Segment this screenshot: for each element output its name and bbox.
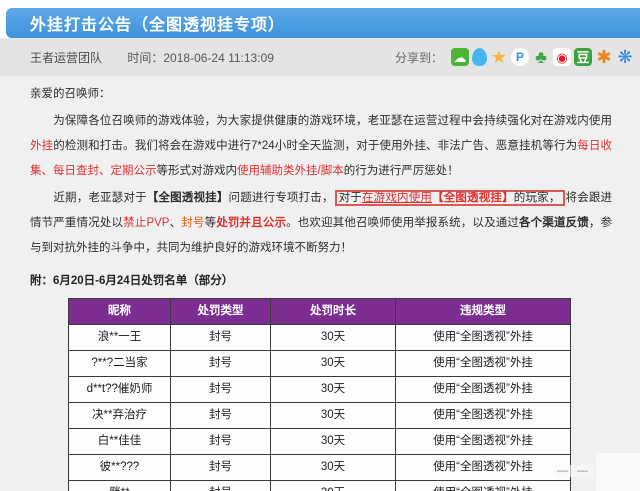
table-cell: 使用“全图透视”外挂 [395, 454, 571, 481]
col-nickname: 昵称 [68, 298, 171, 325]
watermark-dashes: — — [553, 465, 594, 477]
text-segment: 使用辅助类外挂/脚本 [237, 165, 344, 177]
table-cell: 使用“全图透视”外挂 [395, 480, 571, 491]
table-cell: 白**佳佳 [68, 428, 171, 455]
table-cell: 30天 [270, 376, 396, 403]
text-segment: 为保障各位召唤师的游戏体验，为大家提供健康的游戏环境，老亚瑟在运营过程中会持续强… [30, 115, 612, 127]
text-segment: 对于 [338, 192, 362, 204]
punishment-table: 昵称 处罚类型 处罚时长 违规类型 浪**一王 封号 30天 使用“全图透视”外挂 ?*… [68, 298, 571, 491]
paragraph-punishment: 近期，老亚瑟对于【全图透视挂】问题进行专项打击， 对于在游戏内使用【全图透视挂】的… [30, 186, 612, 261]
qq-icon[interactable] [472, 48, 487, 66]
text-segment: 等 [204, 217, 217, 229]
meta-band: 王者运营团队 时间：2018-06-24 11:13:09 分享到： ☁ ★ P ♣ ◉… [0, 38, 640, 76]
table-cell: 封号 [170, 480, 271, 491]
douban-icon[interactable]: 豆 [574, 48, 592, 66]
text-segment: 处罚并且公示 [216, 217, 287, 229]
swirl-icon[interactable]: ❋ [616, 48, 634, 66]
text-segment: 【全图透视挂】 [146, 192, 229, 204]
table-cell: ?**?二当家 [68, 350, 171, 377]
text-segment: 在游戏内使用 [361, 192, 433, 204]
team-name: 王者运营团队 [30, 50, 103, 65]
table-row: d**t??催奶师 封号 30天 使用“全图透视”外挂 [68, 376, 571, 403]
text-segment: 【全图透视挂】 [432, 192, 514, 204]
text-segment: 的玩家， [513, 192, 561, 204]
share-icons: ☁ ★ P ♣ ◉ 豆 ✱ ❋ [451, 48, 634, 66]
table-cell: 封号 [170, 376, 271, 403]
table-cell: 彼**??? [68, 454, 171, 481]
meta-info: 王者运营团队 时间：2018-06-24 11:13:09 [30, 49, 274, 66]
punishment-table-body: 浪**一王 封号 30天 使用“全图透视”外挂 ?**?二当家 封号 30天 使用“全图透视”… [68, 324, 571, 491]
table-cell: 浪**一王 [68, 324, 171, 351]
article-content: 亲爱的召唤师： 为保障各位召唤师的游戏体验，为大家提供健康的游戏环境，老亚瑟在运… [0, 76, 640, 491]
clover-icon[interactable]: ♣ [532, 48, 550, 66]
text-segment: 、 [169, 217, 182, 229]
table-cell: 使用“全图透视”外挂 [395, 402, 571, 429]
table-cell: 封号 [170, 454, 271, 481]
table-cell: 30天 [270, 324, 396, 351]
table-row: 胖**封号30天使用“全图透视”外挂 [68, 480, 571, 491]
flower-icon[interactable]: ✱ [595, 48, 613, 66]
text-segment: 问题进行专项打击， [228, 192, 334, 204]
weibo-icon[interactable]: ◉ [553, 48, 571, 66]
pengyou-icon[interactable]: P [511, 48, 529, 66]
highlight-box: 对于在游戏内使用【全图透视挂】的玩家， [334, 190, 565, 206]
table-cell: 封号 [170, 428, 271, 455]
table-row: ?**?二当家 封号 30天 使用“全图透视”外挂 [68, 350, 571, 377]
table-cell: 30天 [270, 454, 396, 481]
table-header-row: 昵称 处罚类型 处罚时长 违规类型 [68, 298, 571, 325]
attachment-title: 附：6月20日-6月24日处罚名单（部分） [30, 275, 234, 287]
text-segment: 禁止PVP [123, 217, 170, 229]
paragraph-detection: 为保障各位召唤师的游戏体验，为大家提供健康的游戏环境，老亚瑟在运营过程中会持续强… [30, 109, 612, 184]
text-segment: 的检测和打击。我们将会在游戏中进行7*24小时全天监测，对于使用外挂、非法广告、… [53, 140, 578, 152]
table-cell: 封号 [170, 350, 271, 377]
table-cell: 使用“全图透视”外挂 [395, 376, 571, 403]
text-segment: 等形式对游戏内 [156, 165, 238, 177]
table-row: 彼**??? 封号 30天 使用“全图透视”外挂 [68, 454, 571, 481]
table-cell: 封号 [170, 324, 271, 351]
table-cell: 30天 [270, 402, 396, 429]
share-label: 分享到： [394, 50, 443, 65]
table-row: 白**佳佳 封号 30天 使用“全图透视”外挂 [68, 428, 571, 455]
text-segment: 的行为进行严厉惩处！ [343, 165, 459, 177]
table-cell: 30天 [270, 480, 396, 491]
col-violation: 违规类型 [395, 298, 571, 325]
share-bar: 分享到： ☁ ★ P ♣ ◉ 豆 ✱ ❋ [395, 48, 634, 66]
wechat-icon[interactable]: ☁ [451, 48, 469, 66]
text-segment: 近期，老亚瑟对于 [30, 192, 147, 204]
announcement-banner: 外挂打击公告（全图透视挂专项） [6, 8, 640, 38]
table-cell: 胖** [68, 480, 171, 491]
table-row: 决**弃治疗 封号 30天 使用“全图透视”外挂 [68, 402, 571, 429]
page-title: 外挂打击公告（全图透视挂专项） [30, 17, 286, 34]
text-segment: 封号 [181, 217, 205, 229]
col-duration: 处罚时长 [270, 298, 396, 325]
salutation: 亲爱的召唤师： [30, 88, 111, 100]
table-row: 浪**一王 封号 30天 使用“全图透视”外挂 [68, 324, 571, 351]
text-segment: 各个渠道反馈 [519, 217, 589, 229]
qzone-star-icon[interactable]: ★ [490, 48, 508, 66]
text-segment: 外挂 [30, 140, 54, 152]
publish-time: 2018-06-24 11:13:09 [163, 50, 274, 65]
table-cell: 封号 [170, 402, 271, 429]
col-punish-type: 处罚类型 [170, 298, 271, 325]
text-segment: 。也欢迎其他召唤师使用举报系统，以及通过 [286, 217, 520, 229]
table-cell: 使用“全图透视”外挂 [395, 350, 571, 377]
watermark-patch [596, 453, 640, 491]
table-cell: 使用“全图透视”外挂 [395, 324, 571, 351]
table-cell: d**t??催奶师 [68, 376, 171, 403]
time-label: 时间： [127, 50, 164, 65]
table-cell: 30天 [270, 350, 396, 377]
table-cell: 30天 [270, 428, 396, 455]
announcement-page: 外挂打击公告（全图透视挂专项） 王者运营团队 时间：2018-06-24 11:… [0, 0, 640, 491]
table-cell: 决**弃治疗 [68, 402, 171, 429]
table-cell: 使用“全图透视”外挂 [395, 428, 571, 455]
